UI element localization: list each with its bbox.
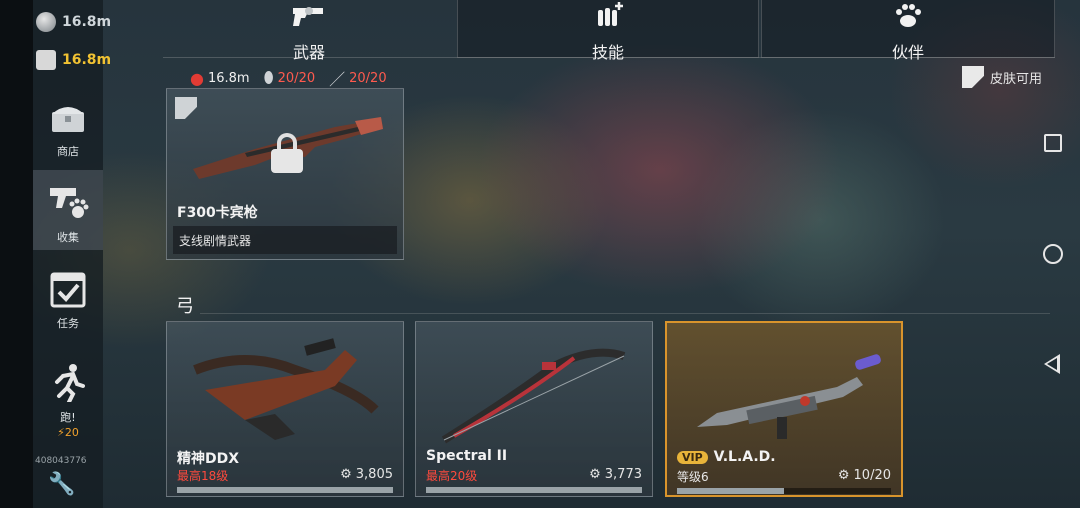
weapon-progress-fill xyxy=(177,487,393,493)
weapon-card[interactable]: Spectral II 最高20级 ⚙ 3,773 xyxy=(415,321,653,497)
sidebar-item-tasks[interactable]: 任务 xyxy=(33,268,103,332)
sidebar-item-label: 收集 xyxy=(57,231,79,244)
sidebar-item-label: 商店 xyxy=(57,145,79,158)
tab-weapons[interactable]: 武器 xyxy=(163,0,455,62)
tab-label: 伙伴 xyxy=(891,43,924,62)
runner-icon xyxy=(55,364,85,404)
sidebar-item-label: 跑! xyxy=(60,411,76,424)
weapon-progress-fill xyxy=(426,487,642,493)
weapon-power: ⚙ 3,773 xyxy=(589,467,642,482)
weapon-card-vip[interactable]: VIP V.L.A.D. 等级6 ⚙ 10/20 xyxy=(665,321,903,497)
resource-puzzle: 16.8m xyxy=(36,50,111,70)
gears-icon: ⚙ xyxy=(837,468,850,483)
weapon-progress xyxy=(677,488,891,494)
wrench-icon[interactable]: 🔧 xyxy=(48,472,75,497)
back-button[interactable] xyxy=(1044,354,1060,374)
left-edge-strip xyxy=(0,0,33,508)
fist-token-icon: ● xyxy=(190,68,204,88)
section-title-bow: 弓 xyxy=(176,296,194,317)
skin-corner-icon xyxy=(962,66,984,88)
weapon-power-value: 3,805 xyxy=(355,467,393,482)
weapon-level: 最高20级 xyxy=(426,469,478,483)
weapon-level: 最高18级 xyxy=(177,469,229,483)
vip-badge: VIP xyxy=(677,451,708,464)
resource-silver: 16.8m xyxy=(36,12,111,32)
locked-weapon-card[interactable]: F300卡宾枪 支线剧情武器 xyxy=(166,88,404,260)
resource-puzzle-value: 16.8m xyxy=(62,52,112,68)
resource-silver-value: 16.8m xyxy=(62,14,112,30)
section-divider xyxy=(200,313,1050,314)
paw-icon xyxy=(762,0,1054,39)
weapon-progress xyxy=(426,487,642,493)
stat-knife: ／ 20/20 xyxy=(329,66,386,90)
weapon-card[interactable]: 精神DDX 最高18级 ⚙ 3,805 xyxy=(166,321,404,497)
calendar-check-icon xyxy=(50,272,86,308)
energy-bolt-icon: ⚡ xyxy=(57,426,65,439)
home-button[interactable] xyxy=(1043,244,1063,264)
gears-icon: ⚙ xyxy=(589,467,601,482)
stat-token: ● 16.8m xyxy=(190,69,250,88)
weapon-name: F300卡宾枪 xyxy=(177,205,258,221)
stat-token-value: 16.8m xyxy=(207,70,250,86)
weapon-name: V.L.A.D. xyxy=(713,449,776,465)
sidebar-item-collect[interactable]: 收集 xyxy=(33,170,103,250)
weapon-power-value: 3,773 xyxy=(604,467,642,482)
weapon-power-value: 10/20 xyxy=(853,468,891,483)
weapon-tag: 支线剧情武器 xyxy=(173,226,397,254)
tab-skills[interactable]: 技能 xyxy=(457,0,759,62)
stat-grenade: ⬮ 20/20 xyxy=(264,68,316,88)
lock-icon xyxy=(271,133,303,173)
sidebar-item-label: 任务 xyxy=(57,317,79,330)
tab-partner[interactable]: 伙伴 xyxy=(761,0,1055,62)
skin-available[interactable]: 皮肤可用 xyxy=(962,66,1042,88)
revolver-icon xyxy=(163,0,455,39)
knife-icon: ／ xyxy=(329,70,346,89)
run-energy: ⚡20 xyxy=(33,426,103,439)
gears-icon: ⚙ xyxy=(340,467,352,482)
tab-label: 技能 xyxy=(591,43,624,62)
weapon-name-row: VIP V.L.A.D. xyxy=(677,449,776,465)
sidebar-item-run[interactable]: 跑! ⚡20 xyxy=(33,362,103,448)
silver-coin-icon xyxy=(36,12,56,32)
stat-knife-value: 20/20 xyxy=(349,70,387,86)
android-nav-bar xyxy=(1040,0,1080,508)
weapon-power: ⚙ 10/20 xyxy=(838,468,891,483)
grenade-icon: ⬮ xyxy=(263,68,274,87)
gun-paw-icon xyxy=(50,188,89,218)
weapon-level: 等级6 xyxy=(677,470,709,484)
weapon-name: 精神DDX xyxy=(177,451,240,467)
compound-bow-icon xyxy=(441,348,626,444)
puzzle-piece-icon xyxy=(36,50,56,70)
run-energy-value: 20 xyxy=(64,426,79,439)
user-id: 408043776 xyxy=(35,456,87,466)
tab-label: 武器 xyxy=(292,43,325,62)
tab-bar: 武器 技能 伙伴 xyxy=(163,0,1055,62)
sidebar-item-shop[interactable]: 商店 xyxy=(33,100,103,164)
weapon-name: Spectral II xyxy=(426,448,508,464)
crossbow-icon xyxy=(193,338,379,440)
weapon-progress-fill xyxy=(677,488,784,494)
recents-button[interactable] xyxy=(1044,134,1062,152)
stat-grenade-value: 20/20 xyxy=(277,70,316,86)
vlad-launcher-icon xyxy=(697,354,881,439)
chest-icon xyxy=(52,107,84,132)
ammo-plus-icon xyxy=(458,0,758,39)
weapon-power: ⚙ 3,805 xyxy=(340,467,393,482)
tab-divider xyxy=(163,57,1055,58)
weapon-progress xyxy=(177,487,393,493)
skin-available-label: 皮肤可用 xyxy=(990,71,1043,87)
stats-bar: ● 16.8m ⬮ 20/20 ／ 20/20 xyxy=(190,66,387,90)
